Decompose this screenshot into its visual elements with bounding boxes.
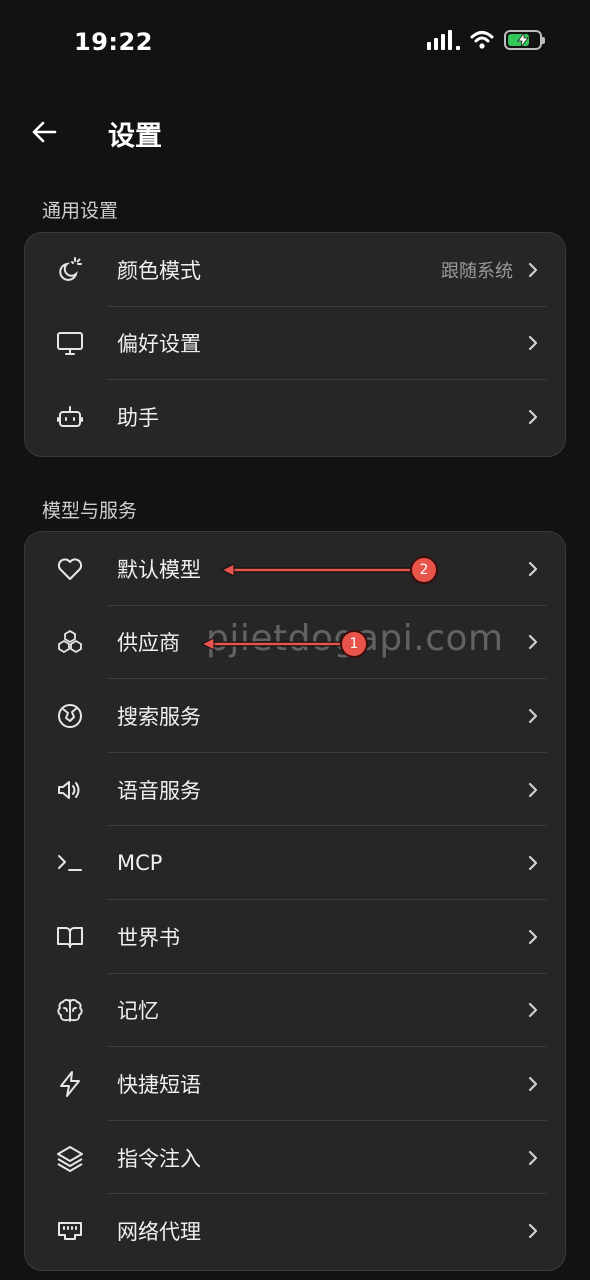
annotation-badge: 2 (410, 556, 438, 584)
settings-row-mcp[interactable]: MCP (25, 826, 565, 900)
chevron-right-icon (525, 262, 541, 278)
status-time: 19:22 (74, 28, 153, 56)
settings-row-label: 网络代理 (117, 1220, 201, 1245)
monitor-icon (55, 328, 85, 358)
settings-row-preferences[interactable]: 偏好设置 (25, 307, 565, 381)
settings-row-label: 偏好设置 (117, 332, 201, 357)
annotation-badge: 1 (340, 630, 368, 658)
boxes-icon (55, 627, 85, 657)
chevron-right-icon (525, 782, 541, 798)
chevron-right-icon (525, 335, 541, 351)
chevron-right-icon (525, 929, 541, 945)
section-title-models: 模型与服务 (42, 500, 138, 522)
settings-row-search-service[interactable]: 搜索服务 (25, 679, 565, 753)
settings-row-label: 助手 (117, 405, 159, 430)
wifi-icon (470, 31, 494, 49)
settings-row-world-book[interactable]: 世界书 (25, 900, 565, 974)
back-button[interactable] (24, 112, 64, 152)
chevron-right-icon (525, 1223, 541, 1239)
robot-icon (55, 402, 85, 432)
settings-row-value: 跟随系统 (441, 260, 513, 282)
settings-row-label: 快捷短语 (117, 1072, 201, 1097)
page-title: 设置 (108, 121, 162, 152)
settings-row-memory[interactable]: 记忆 (25, 974, 565, 1048)
layers-icon (55, 1143, 85, 1173)
chevron-right-icon (525, 1076, 541, 1092)
chevron-right-icon (525, 1150, 541, 1166)
chevron-right-icon (525, 634, 541, 650)
settings-row-label: MCP (117, 851, 163, 876)
terminal-icon (55, 848, 85, 878)
speaker-icon (55, 775, 85, 805)
brain-icon (55, 995, 85, 1025)
settings-row-label: 供应商 (117, 631, 180, 656)
settings-row-label: 默认模型 (117, 557, 201, 582)
chevron-right-icon (525, 855, 541, 871)
settings-row-label: 世界书 (117, 925, 180, 950)
chevron-right-icon (525, 708, 541, 724)
settings-row-assistant[interactable]: 助手 (25, 380, 565, 454)
general-settings-card: 颜色模式 跟随系统 偏好设置 助手 (24, 232, 566, 457)
settings-row-label: 搜索服务 (117, 704, 201, 729)
settings-row-label: 语音服务 (117, 778, 201, 803)
settings-row-default-model[interactable]: 默认模型 (25, 532, 565, 606)
settings-row-voice-service[interactable]: 语音服务 (25, 753, 565, 827)
status-bar: 19:22 (0, 0, 590, 88)
settings-row-network-proxy[interactable]: 网络代理 (25, 1194, 565, 1268)
settings-row-instruction-injection[interactable]: 指令注入 (25, 1121, 565, 1195)
settings-row-label: 记忆 (117, 999, 159, 1024)
chevron-right-icon (525, 409, 541, 425)
battery-icon (504, 30, 545, 50)
lightning-icon (55, 1069, 85, 1099)
color-mode-icon (55, 255, 85, 285)
settings-row-label: 指令注入 (117, 1146, 201, 1171)
status-icons (427, 30, 545, 50)
settings-row-quick-phrases[interactable]: 快捷短语 (25, 1047, 565, 1121)
arrow-left-icon (32, 121, 57, 143)
book-icon (55, 922, 85, 952)
heart-icon (55, 554, 85, 584)
cellular-signal-icon (427, 30, 460, 50)
settings-row-color-mode[interactable]: 颜色模式 跟随系统 (25, 233, 565, 307)
chevron-right-icon (525, 1002, 541, 1018)
header: 设置 (0, 100, 590, 164)
chevron-right-icon (525, 561, 541, 577)
globe-icon (55, 701, 85, 731)
ethernet-icon (55, 1216, 85, 1246)
settings-row-label: 颜色模式 (117, 258, 201, 283)
section-title-general: 通用设置 (42, 200, 119, 222)
